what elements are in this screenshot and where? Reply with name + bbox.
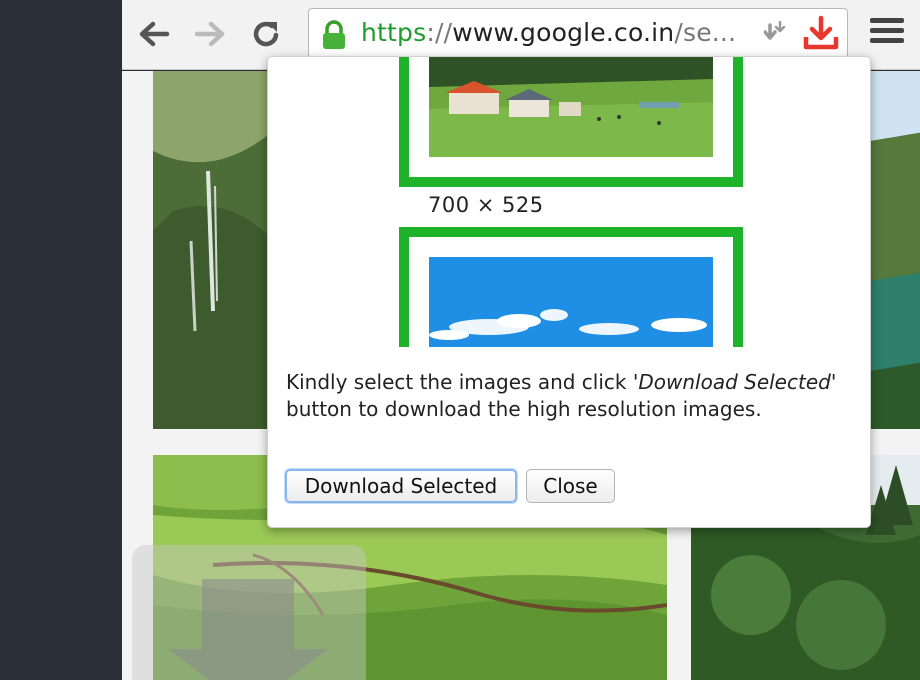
url-path: /se...: [674, 18, 737, 47]
address-bar[interactable]: https://www.google.co.in/se...: [308, 8, 848, 58]
download-images-popup: 700 × 525 Kindly select the images and c…: [267, 56, 871, 528]
meadow-cottage-photo: [429, 57, 713, 157]
hamburger-icon: [870, 18, 904, 23]
downloads-icon[interactable]: [764, 21, 794, 47]
image-result-lake[interactable]: [870, 71, 920, 429]
url-host: www.google.co.in: [452, 18, 675, 47]
selected-image-thumb-1[interactable]: [399, 57, 743, 187]
floating-download-overlay[interactable]: [132, 545, 366, 680]
download-selected-button[interactable]: Download Selected: [285, 469, 517, 503]
forward-button[interactable]: [192, 16, 228, 52]
sky-clouds-photo: [429, 257, 713, 347]
url-separator: ://: [426, 18, 453, 47]
back-button[interactable]: [136, 16, 172, 52]
image-preview-list[interactable]: 700 × 525: [268, 57, 872, 347]
arrow-right-icon: [194, 21, 225, 47]
lock-icon: [323, 20, 345, 49]
close-button[interactable]: Close: [526, 469, 615, 503]
big-download-arrow-icon: [168, 579, 328, 680]
dark-side-panel: [0, 0, 122, 680]
url-scheme: https: [361, 18, 427, 47]
instruction-emphasis: 'Download Selected': [632, 370, 837, 394]
url-text: https://www.google.co.in/se...: [361, 18, 736, 47]
instruction-text-2: button to download the high resolution i…: [286, 397, 762, 421]
lake-photo: [870, 71, 920, 429]
arrow-left-icon: [139, 21, 170, 47]
menu-button[interactable]: [870, 18, 904, 48]
instruction-text-1: Kindly select the images and click: [286, 370, 633, 394]
image-size-label: 700 × 525: [428, 193, 544, 217]
reload-icon: [253, 21, 279, 47]
selected-image-thumb-2[interactable]: [399, 227, 743, 347]
reload-button[interactable]: [248, 16, 284, 52]
download-extension-icon[interactable]: [803, 15, 839, 51]
instruction-message: Kindly select the images and click 'Down…: [286, 369, 846, 423]
